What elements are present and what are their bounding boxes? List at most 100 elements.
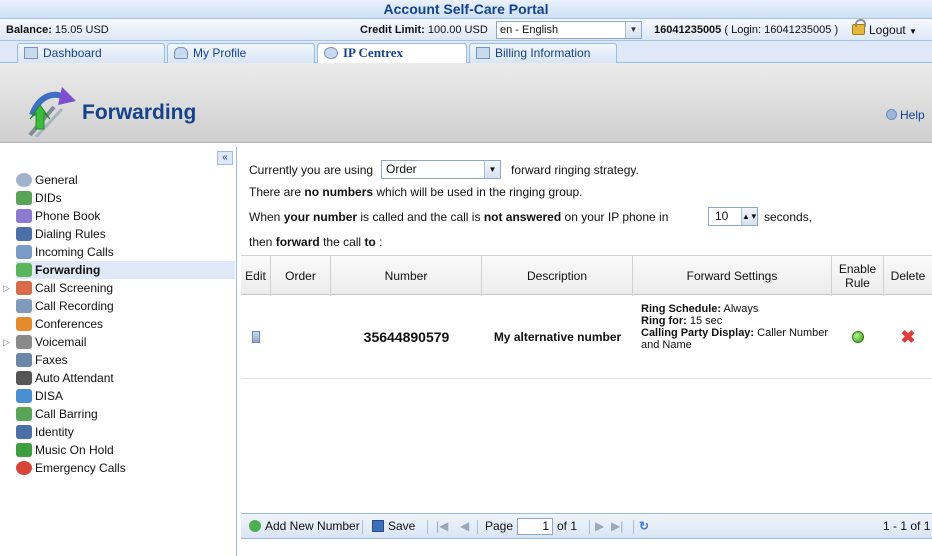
previous-page-icon[interactable]: ◀ [460, 514, 469, 538]
grid-toolbar: Add New Number Save |◀ ◀ Page 1 of 1 ▶ ▶… [241, 513, 932, 539]
seconds-stepper[interactable]: 10 ▲▼ [708, 207, 758, 226]
sidebar-item-auto-attendant[interactable]: Auto Attendant [16, 369, 235, 387]
sidebar-item-label: Incoming Calls [35, 245, 114, 259]
add-icon [249, 520, 261, 532]
sidebar-item-label: Call Screening [35, 281, 114, 295]
delete-icon[interactable]: ✖ [900, 327, 915, 348]
tab-my-profile[interactable]: My Profile [167, 43, 315, 63]
tab-ip-centrex[interactable]: IP Centrex [317, 43, 467, 64]
sidebar-item-dialing-rules[interactable]: Dialing Rules [16, 225, 235, 243]
column-header-description[interactable]: Description [482, 256, 633, 296]
toolbar-separator [633, 520, 634, 534]
page-label: Page [485, 519, 514, 533]
sidebar-item-label: Faxes [35, 353, 68, 367]
order-cell [271, 295, 331, 379]
sidebar-item-faxes[interactable]: Faxes [16, 351, 235, 369]
strategy-line: Currently you are using Order ▼ forward … [249, 160, 919, 179]
config-text: is called and the call is [360, 210, 481, 224]
next-page-icon[interactable]: ▶ [595, 514, 604, 538]
account-info-bar: Balance: 15.05 USD Credit Limit: 100.00 … [0, 19, 932, 41]
save-button[interactable]: Save [372, 514, 415, 538]
forwarding-panel: Currently you are using Order ▼ forward … [241, 147, 932, 556]
language-value: en - English [500, 24, 559, 36]
dialing-rules-icon [16, 227, 32, 241]
tab-dashboard[interactable]: Dashboard [17, 43, 165, 63]
edit-icon[interactable] [252, 331, 260, 343]
chevron-down-icon[interactable]: ▼ [484, 161, 500, 178]
balance-display: Balance: 15.05 USD [6, 19, 109, 41]
sidebar-item-incoming-calls[interactable]: Incoming Calls [16, 243, 235, 261]
sidebar-item-general[interactable]: General [16, 171, 235, 189]
calling-party-display: Calling Party Display: Caller Number and… [641, 327, 832, 351]
config-text: forward [275, 235, 320, 249]
tab-billing-information[interactable]: Billing Information [469, 43, 617, 63]
sidebar-item-music-on-hold[interactable]: Music On Hold [16, 441, 235, 459]
config-text: There are [249, 185, 302, 199]
conferences-icon [16, 317, 32, 331]
sidebar-item-label: Dialing Rules [35, 227, 106, 241]
add-new-number-button[interactable]: Add New Number [249, 514, 360, 538]
sidebar-item-emergency-calls[interactable]: Emergency Calls [16, 459, 235, 477]
toolbar-separator [362, 520, 363, 534]
fax-icon [16, 353, 32, 367]
tab-label: My Profile [193, 46, 247, 60]
save-label: Save [388, 519, 416, 533]
sidebar-item-call-screening[interactable]: Call Screening [16, 279, 235, 297]
sidebar-item-call-barring[interactable]: Call Barring [16, 405, 235, 423]
sidebar-item-dids[interactable]: DIDs [16, 189, 235, 207]
column-header-enable-rule[interactable]: Enable Rule [832, 256, 884, 296]
column-header-forward-settings[interactable]: Forward Settings [633, 256, 832, 296]
sidebar-item-identity[interactable]: Identity [16, 423, 235, 441]
sidebar-item-disa[interactable]: DISA [16, 387, 235, 405]
sidebar-item-conferences[interactable]: Conferences [16, 315, 235, 333]
column-header-delete[interactable]: Delete [884, 256, 932, 296]
refresh-icon[interactable]: ↻ [639, 514, 649, 538]
enabled-status-icon[interactable] [852, 331, 864, 343]
config-text: the call [323, 235, 362, 249]
page-count: of 1 [557, 519, 578, 533]
ring-schedule-value: Always [723, 303, 759, 315]
sidebar-item-voicemail[interactable]: Voicemail [16, 333, 235, 351]
language-select[interactable]: en - English ▼ [496, 21, 642, 39]
sidebar-item-label: Forwarding [35, 263, 101, 277]
sidebar: « General DIDs Phone Book Dialing Rules … [0, 147, 237, 556]
config-text: no numbers [304, 185, 374, 199]
sidebar-item-label: DIDs [35, 191, 62, 205]
expand-arrow-icon[interactable]: ▷ [3, 283, 10, 294]
chevron-down-icon[interactable]: ▼ [625, 22, 641, 38]
number-cell: 35644890579 [363, 329, 450, 345]
login-info: ( Login: 16041235005 ) [724, 24, 839, 36]
ring-schedule-label: Ring Schedule: [641, 303, 722, 315]
toolbar-separator [477, 520, 478, 534]
main-tabs: Dashboard My Profile IP Centrex Billing … [0, 41, 932, 64]
ringing-group-line: There are no numbers which will be used … [249, 184, 583, 200]
page-number-input[interactable]: 1 [517, 518, 553, 535]
call-recording-icon [16, 299, 32, 313]
disa-icon [16, 389, 32, 403]
expand-arrow-icon[interactable]: ▷ [3, 337, 10, 348]
sidebar-item-phone-book[interactable]: Phone Book [16, 207, 235, 225]
header-text: Enable [838, 262, 877, 276]
column-header-order[interactable]: Order [271, 256, 331, 296]
sidebar-item-call-recording[interactable]: Call Recording [16, 297, 235, 315]
strategy-select[interactable]: Order ▼ [381, 160, 501, 179]
first-page-icon[interactable]: |◀ [436, 514, 448, 538]
help-link[interactable]: Help [886, 108, 925, 122]
column-header-edit[interactable]: Edit [241, 256, 271, 296]
config-text: forward ringing strategy. [511, 163, 639, 177]
credit-limit-label: Credit Limit: [360, 24, 425, 36]
call-barring-icon [16, 407, 32, 421]
sidebar-item-forwarding[interactable]: Forwarding [16, 261, 235, 279]
logout-label: Logout [869, 23, 906, 37]
music-icon [16, 443, 32, 457]
last-page-icon[interactable]: ▶| [611, 514, 623, 538]
sidebar-item-label: Music On Hold [35, 443, 114, 457]
sidebar-item-label: Auto Attendant [35, 371, 114, 385]
enable-rule-cell [832, 295, 884, 379]
logout-button[interactable]: Logout ▼ [852, 19, 917, 43]
spinner-arrows-icon[interactable]: ▲▼ [741, 208, 758, 225]
column-header-number[interactable]: Number [331, 256, 482, 296]
collapse-sidebar-button[interactable]: « [217, 151, 233, 165]
emergency-icon [16, 461, 32, 475]
tab-label: Billing Information [495, 46, 591, 60]
